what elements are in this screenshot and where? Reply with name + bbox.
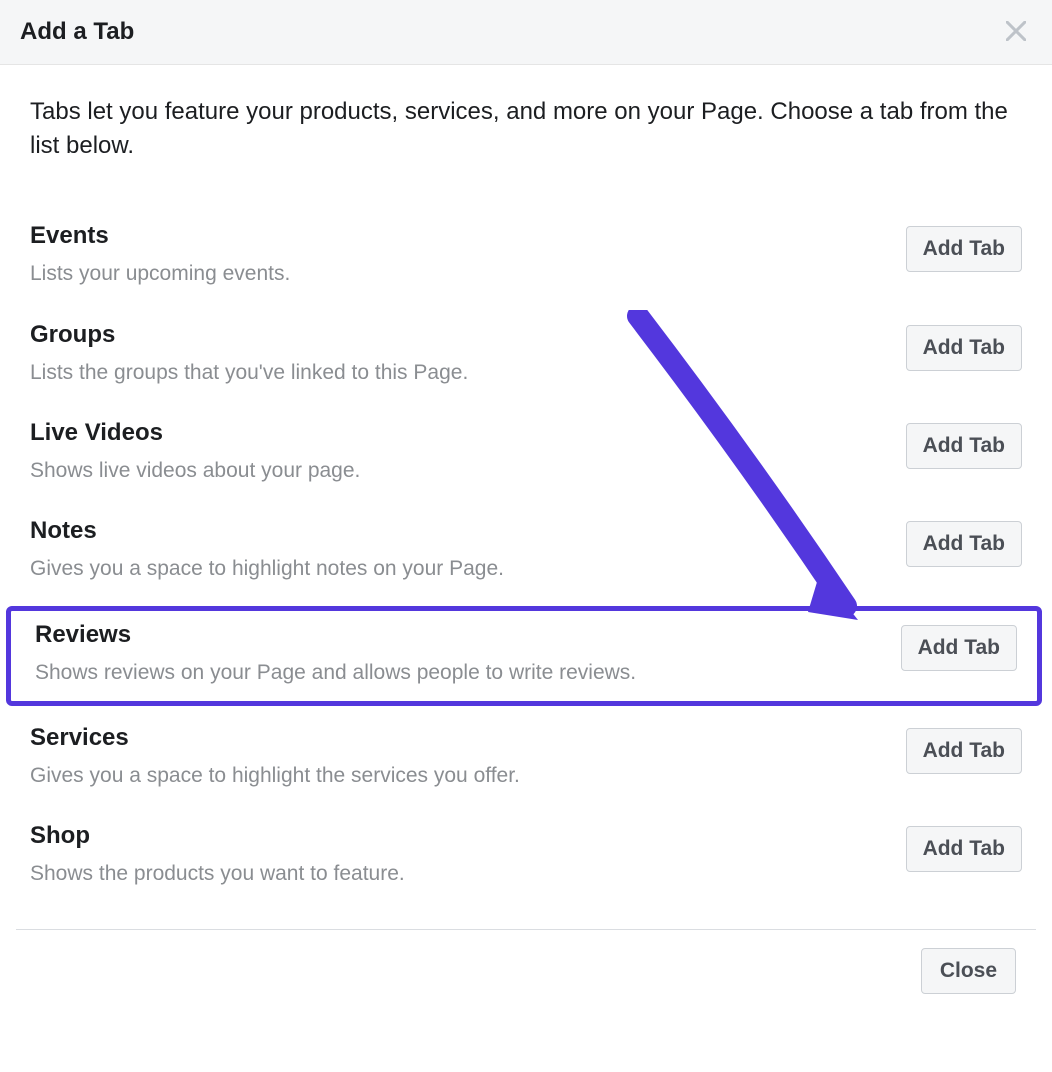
close-icon[interactable]	[1000, 18, 1032, 46]
tab-row: Events Lists your upcoming events.Add Tab	[30, 210, 1022, 308]
tab-description: Shows live videos about your page.	[30, 457, 906, 485]
add-tab-button[interactable]: Add Tab	[906, 728, 1022, 774]
tab-row: Services Gives you a space to highlight t…	[30, 712, 1022, 810]
tab-description: Lists the groups that you've linked to t…	[30, 359, 906, 387]
add-tab-button[interactable]: Add Tab	[906, 826, 1022, 872]
add-tab-button[interactable]: Add Tab	[906, 226, 1022, 272]
tab-name: Notes	[30, 517, 906, 545]
tab-description: Shows the products you want to feature.	[30, 860, 906, 888]
tab-name: Events	[30, 222, 906, 250]
modal-header: Add a Tab	[0, 0, 1052, 65]
tab-row: Live Videos Shows live videos about your …	[30, 407, 1022, 505]
tab-row: Shop Shows the products you want to featu…	[30, 810, 1022, 908]
tab-list: EventsLists your upcoming events.Add Tab…	[30, 210, 1022, 908]
modal-footer: Close	[16, 929, 1036, 1012]
tab-description: Lists your upcoming events.	[30, 260, 906, 288]
close-button[interactable]: Close	[921, 948, 1016, 994]
tab-info: Services Gives you a space to highlight t…	[30, 724, 906, 790]
tab-description: Gives you a space to highlight the servi…	[30, 762, 906, 790]
add-tab-button[interactable]: Add Tab	[906, 325, 1022, 371]
tab-info: Events Lists your upcoming events.	[30, 222, 906, 288]
intro-text: Tabs let you feature your products, serv…	[30, 95, 1022, 162]
tab-info: Reviews Shows reviews on your Page and al…	[35, 621, 901, 687]
tab-info: Notes Gives you a space to highlight note…	[30, 517, 906, 583]
modal-body: Tabs let you feature your products, serv…	[0, 65, 1052, 929]
tab-name: Groups	[30, 321, 906, 349]
tab-description: Shows reviews on your Page and allows pe…	[35, 659, 901, 687]
tab-row: Reviews Shows reviews on your Page and al…	[6, 606, 1042, 706]
tab-info: Live Videos Shows live videos about your …	[30, 419, 906, 485]
tab-row: Groups Lists the groups that you've linke…	[30, 309, 1022, 407]
tab-info: Shop Shows the products you want to featu…	[30, 822, 906, 888]
add-tab-button[interactable]: Add Tab	[906, 521, 1022, 567]
tab-name: Services	[30, 724, 906, 752]
tab-name: Live Videos	[30, 419, 906, 447]
tab-description: Gives you a space to highlight notes on …	[30, 555, 906, 583]
add-tab-button[interactable]: Add Tab	[901, 625, 1017, 671]
add-tab-button[interactable]: Add Tab	[906, 423, 1022, 469]
modal-title: Add a Tab	[20, 18, 134, 46]
tab-info: Groups Lists the groups that you've linke…	[30, 321, 906, 387]
tab-row: Notes Gives you a space to highlight note…	[30, 505, 1022, 603]
tab-name: Shop	[30, 822, 906, 850]
tab-name: Reviews	[35, 621, 901, 649]
